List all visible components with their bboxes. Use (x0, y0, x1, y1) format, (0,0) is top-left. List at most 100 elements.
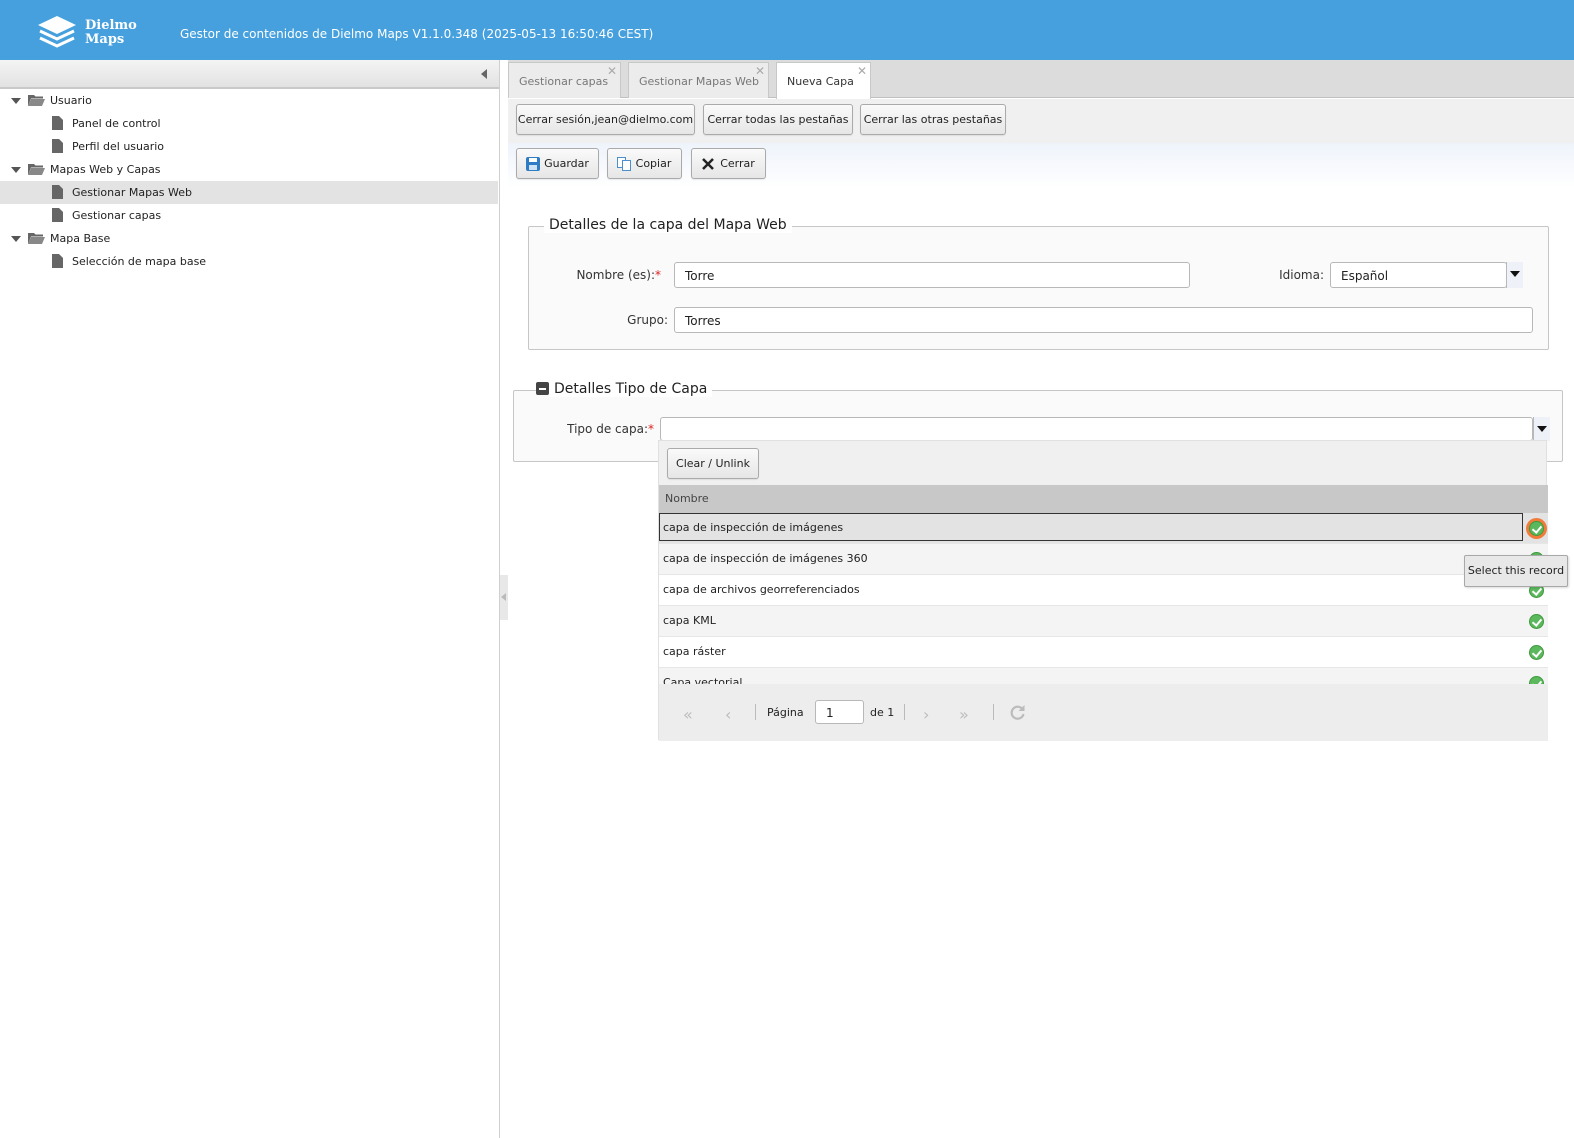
tree-group-mapa-base[interactable]: Mapa Base (0, 227, 498, 250)
required-mark: * (655, 268, 661, 282)
logout-button[interactable]: Cerrar sesión,jean@dielmo.com (516, 104, 695, 135)
chevron-down-icon[interactable] (1533, 417, 1550, 441)
required-mark: * (648, 422, 654, 436)
tree-item-label: Perfil del usuario (72, 140, 165, 153)
tree-group-label: Usuario (50, 94, 92, 107)
close-other-tabs-button[interactable]: Cerrar las otras pestañas (860, 104, 1006, 135)
select-record-icon[interactable] (1529, 645, 1544, 660)
expand-toggle-icon[interactable] (11, 98, 21, 104)
tree-item-seleccion-de-mapa-base[interactable]: Selección de mapa base (0, 250, 498, 273)
close-tab-icon[interactable]: ✕ (607, 64, 617, 78)
app-header: Dielmo Maps Gestor de contenidos de Diel… (0, 0, 1574, 60)
logo-line1: Dielmo (85, 18, 137, 33)
table-row[interactable]: Capa vectorial (659, 668, 1548, 684)
tree-group-label: Mapas Web y Capas (50, 163, 161, 176)
pager-separator (993, 704, 994, 720)
close-tab-icon[interactable]: ✕ (857, 64, 867, 78)
tree-item-gestionar-mapas-web[interactable]: Gestionar Mapas Web (0, 181, 498, 204)
language-select[interactable]: Español (1330, 262, 1507, 288)
refresh-icon[interactable] (1009, 704, 1026, 721)
tree-item-label: Gestionar capas (72, 209, 162, 222)
panel-splitter[interactable] (500, 575, 508, 620)
tree-group-mapas-web-y-capas[interactable]: Mapas Web y Capas (0, 158, 498, 181)
layer-type-legend: Detalles Tipo de Capa (549, 381, 713, 397)
tab-label: Nueva Capa (787, 75, 854, 88)
form-toolbar: Guardar Copiar Cerrar (508, 143, 1574, 188)
group-label: Grupo: (627, 313, 668, 327)
close-all-tabs-button[interactable]: Cerrar todas las pestañas (703, 104, 853, 135)
close-tab-icon[interactable]: ✕ (755, 64, 765, 78)
table-row[interactable]: capa de inspección de imágenes 360 (659, 544, 1548, 575)
next-page-icon[interactable]: › (923, 705, 929, 724)
navigation-panel: Usuario Panel de control Perfil del usua… (0, 60, 500, 1138)
table-row[interactable]: capa de archivos georreferenciados (659, 575, 1548, 606)
tree-item-label: Panel de control (72, 117, 161, 130)
file-icon (52, 254, 63, 268)
tab-gestionar-mapas-web[interactable]: Gestionar Mapas Web ✕ (628, 62, 769, 98)
previous-page-icon[interactable]: ‹ (725, 705, 731, 724)
save-icon (526, 157, 540, 171)
tab-gestionar-capas[interactable]: Gestionar capas ✕ (508, 62, 621, 98)
tab-nueva-capa[interactable]: Nueva Capa ✕ (776, 62, 871, 99)
navigation-tree: Usuario Panel de control Perfil del usua… (0, 89, 498, 273)
tree-item-label: Selección de mapa base (72, 255, 207, 268)
folder-open-icon (28, 95, 45, 106)
folder-open-icon (28, 233, 45, 244)
navigation-panel-header (0, 60, 499, 89)
close-label: Cerrar (720, 157, 755, 170)
column-header-nombre[interactable]: Nombre (659, 485, 1548, 513)
main-content: Gestionar capas ✕ Gestionar Mapas Web ✕ … (508, 60, 1574, 1138)
layer-type-picker: Clear / Unlink Nombre capa de inspección… (658, 440, 1548, 741)
group-input[interactable]: Torres (674, 307, 1533, 333)
row-label: capa de inspección de imágenes 360 (663, 552, 868, 565)
select-record-icon[interactable] (1529, 521, 1544, 536)
copy-label: Copiar (635, 157, 672, 170)
layer-details-legend: Detalles de la capa del Mapa Web (544, 217, 792, 233)
app-title: Gestor de contenidos de Dielmo Maps V1.1… (180, 27, 654, 41)
expand-toggle-icon[interactable] (11, 236, 21, 242)
expand-toggle-icon[interactable] (11, 167, 21, 173)
clear-unlink-button[interactable]: Clear / Unlink (667, 448, 759, 479)
table-row[interactable]: capa de inspección de imágenes (659, 513, 1548, 544)
table-row[interactable]: capa KML (659, 606, 1548, 637)
row-label: Capa vectorial (663, 676, 743, 684)
collapse-panel-icon[interactable] (481, 69, 487, 79)
name-label: Nombre (es):* (569, 268, 661, 282)
chevron-down-icon[interactable] (1506, 262, 1523, 288)
save-button[interactable]: Guardar (516, 148, 599, 179)
tab-bar: Gestionar capas ✕ Gestionar Mapas Web ✕ … (508, 60, 1574, 99)
row-label: capa KML (663, 614, 716, 627)
name-input[interactable]: Torre (674, 262, 1190, 288)
tree-item-perfil-del-usuario[interactable]: Perfil del usuario (0, 135, 498, 158)
row-focus-outline (659, 513, 1523, 541)
collapse-section-icon[interactable] (536, 382, 549, 395)
row-label: capa de archivos georreferenciados (663, 583, 860, 596)
copy-icon (617, 157, 631, 171)
table-row[interactable]: capa ráster (659, 637, 1548, 668)
folder-open-icon (28, 164, 45, 175)
tree-item-gestionar-capas[interactable]: Gestionar capas (0, 204, 498, 227)
layer-type-combo[interactable] (660, 417, 1533, 441)
layer-type-label-text: Tipo de capa: (567, 422, 648, 436)
picker-grid: capa de inspección de imágenes capa de i… (659, 513, 1548, 684)
tree-item-label: Gestionar Mapas Web (72, 186, 193, 199)
tab-label: Gestionar Mapas Web (639, 75, 760, 88)
file-icon (52, 185, 63, 199)
layer-type-label: Tipo de capa:* (554, 422, 654, 436)
save-label: Guardar (544, 157, 589, 170)
file-icon (52, 116, 63, 130)
dielmo-logo-icon (38, 16, 76, 48)
tree-group-usuario[interactable]: Usuario (0, 89, 498, 112)
page-number-input[interactable]: 1 (815, 700, 864, 724)
pager-separator (904, 704, 905, 720)
first-page-icon[interactable]: « (683, 705, 693, 724)
select-record-icon[interactable] (1529, 676, 1544, 684)
file-icon (52, 208, 63, 222)
select-record-icon[interactable] (1529, 614, 1544, 629)
close-button[interactable]: Cerrar (691, 148, 766, 179)
tree-item-panel-de-control[interactable]: Panel de control (0, 112, 498, 135)
last-page-icon[interactable]: » (959, 705, 969, 724)
pagination-bar: « ‹ Página 1 de 1 › » (659, 684, 1548, 741)
copy-button[interactable]: Copiar (607, 148, 682, 179)
page-count-label: de 1 (870, 706, 895, 719)
